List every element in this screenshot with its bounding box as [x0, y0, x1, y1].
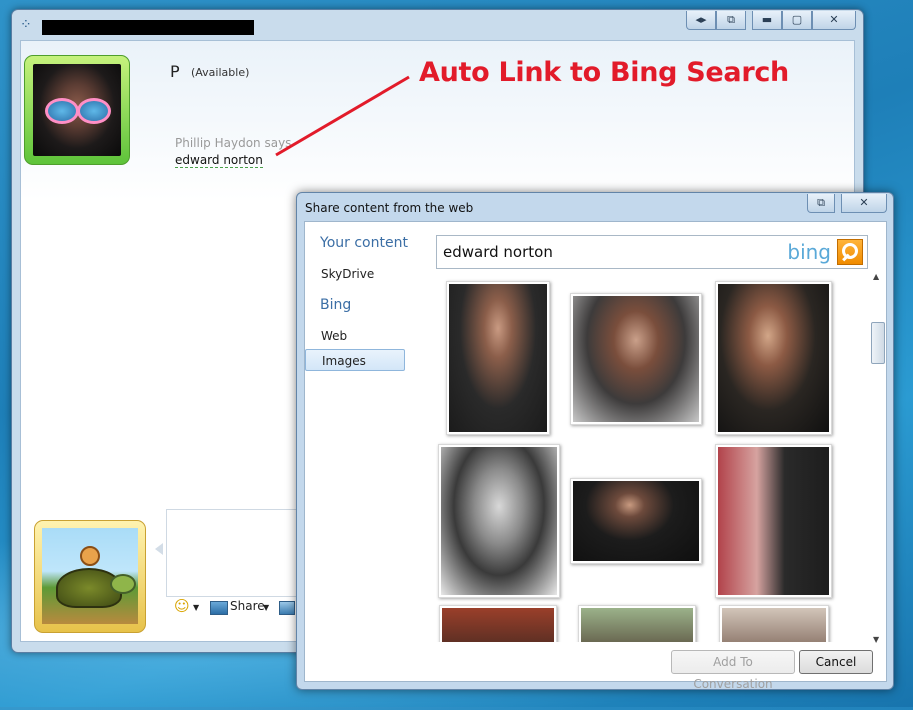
share-dialog: Share content from the web ⧉ ✕ Your cont…	[296, 192, 894, 691]
image-result[interactable]	[570, 478, 702, 564]
image-result[interactable]	[439, 605, 557, 642]
dialog-content: Your content SkyDrive Bing Web Images ed…	[304, 221, 887, 691]
sidebar-item-images[interactable]: Images	[305, 349, 405, 371]
share-icon[interactable]	[210, 601, 228, 615]
image-result[interactable]	[715, 444, 832, 598]
dialog-close-button[interactable]: ✕	[841, 194, 887, 213]
image-result[interactable]	[438, 444, 560, 598]
cancel-button[interactable]: Cancel	[799, 650, 873, 674]
image-result[interactable]	[719, 605, 829, 642]
sidebar-item-web[interactable]: Web	[305, 325, 405, 347]
compose-toolbar: ☺ ▼ Share ▼	[166, 595, 301, 621]
games-icon[interactable]	[279, 601, 295, 615]
user-avatar[interactable]	[34, 520, 146, 633]
scroll-up-icon[interactable]: ▲	[873, 272, 879, 281]
image-result[interactable]	[570, 293, 702, 425]
source-sidebar: Your content SkyDrive Bing Web Images	[305, 222, 413, 681]
scrollbar-thumb[interactable]	[871, 322, 885, 364]
add-to-conversation-button[interactable]: Add To Conversation	[671, 650, 795, 691]
dialog-popout-button[interactable]: ⧉	[807, 194, 835, 213]
search-icon[interactable]	[837, 239, 863, 265]
bing-logo: bing	[787, 240, 831, 264]
scroll-down-icon[interactable]: ▼	[873, 635, 879, 644]
annotation-text: Auto Link to Bing Search	[419, 57, 789, 88]
image-results-grid	[436, 274, 866, 642]
bing-heading: Bing	[320, 297, 352, 313]
chevron-down-icon[interactable]: ▼	[263, 603, 269, 612]
search-input[interactable]: edward norton	[443, 243, 553, 261]
image-result[interactable]	[715, 281, 832, 435]
share-button[interactable]: Share	[230, 599, 265, 613]
sidebar-item-skydrive[interactable]: SkyDrive	[305, 263, 405, 285]
emoticon-icon[interactable]: ☺	[174, 597, 190, 615]
results-scrollbar[interactable]: ▲ ▼	[870, 272, 885, 644]
compose-input[interactable]	[166, 509, 303, 597]
your-content-heading: Your content	[320, 235, 408, 251]
image-result[interactable]	[578, 605, 696, 642]
chevron-down-icon[interactable]: ▼	[193, 603, 199, 612]
dialog-window-controls: ⧉ ✕	[807, 194, 887, 213]
dialog-title: Share content from the web	[305, 201, 474, 215]
snail-graphic	[80, 546, 100, 566]
user-photo	[42, 528, 138, 624]
image-result[interactable]	[446, 281, 550, 435]
bing-search-box[interactable]: edward norton bing	[436, 235, 868, 269]
